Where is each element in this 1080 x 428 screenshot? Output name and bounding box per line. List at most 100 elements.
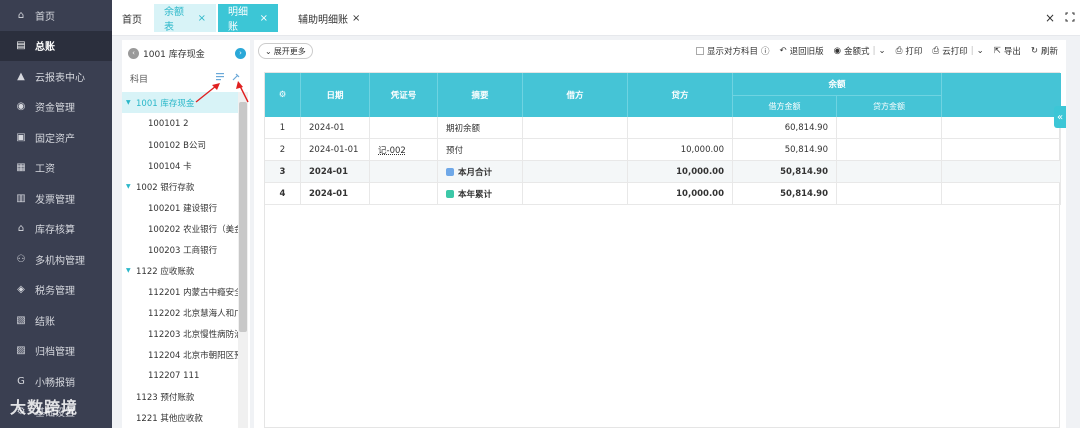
close-icon[interactable]: × [260, 13, 268, 24]
table-row[interactable]: 1 2024-01 期初余额 60,814.90 [265, 117, 1061, 139]
export-button[interactable]: ⇱ 导出 [994, 45, 1021, 57]
sidebar-item-tax[interactable]: ◈ 税务管理 [0, 275, 112, 306]
chart-icon: ▲ [17, 70, 25, 82]
cell-summary: 本年累计 [438, 183, 523, 205]
caret-down-icon[interactable]: ▼ [126, 267, 132, 274]
table-row[interactable]: 3 2024-01 本月合计 10,000.00 50,814.90 [265, 161, 1061, 183]
cell-text: 4 [279, 189, 286, 199]
caret-down-icon[interactable]: ▼ [126, 99, 132, 106]
chevron-right-icon[interactable]: › [235, 47, 246, 59]
cell-text: 记-002 [378, 146, 406, 156]
cell-credit: 10,000.00 [628, 139, 733, 161]
tree-node-label: 100101 2 [148, 118, 189, 129]
close-icon[interactable]: × [198, 13, 206, 24]
cell-no: 2 [265, 139, 301, 161]
tree-node[interactable]: 100202 农业银行（美金 [122, 218, 238, 239]
back-old-version-button[interactable]: ↶ 退回旧版 [779, 45, 823, 57]
cell-text: 2024-01 [309, 123, 345, 133]
tab-detail-ledger[interactable]: 明细账 × [218, 4, 278, 33]
scroll-thumb[interactable] [239, 102, 247, 332]
tree-node-label: 1001 库存现金 [136, 98, 195, 109]
close-icon[interactable]: × [352, 13, 360, 24]
checkbox[interactable] [695, 47, 704, 55]
expand-more-button[interactable]: ⌄ 展开更多 [258, 43, 313, 59]
tab-home[interactable]: 首页 [112, 4, 152, 32]
tree-node-label: 112201 内蒙古中瘾安全 [148, 287, 238, 298]
refresh-button[interactable]: ↻ 刷新 [1031, 45, 1058, 57]
sidebar-item-invoice[interactable]: ▥ 发票管理 [0, 183, 112, 214]
tree-node[interactable]: 1123 预付账款 [122, 386, 238, 407]
cloud-print-button[interactable]: ⎙ 云打印 | ⌄ [932, 45, 983, 57]
sidebar-item-label: 首页 [35, 11, 55, 23]
reimburse-icon: G [17, 375, 25, 387]
summary-badge-icon [446, 168, 454, 176]
gear-icon: ⚙ [278, 90, 287, 100]
column-settings-button[interactable]: ⚙ [265, 73, 301, 117]
toolbar: 显示对方科目 ⓘ ↶ 退回旧版 ◉ 金额式 | ⌄ ⎙ 打印 ⎙ 云打印 | ⌄… [695, 44, 1058, 58]
fullscreen-button[interactable] [1060, 8, 1080, 28]
tab-balance-sheet[interactable]: 余额表 × [154, 4, 216, 33]
tree-node[interactable]: 1221 其他应收款 [122, 407, 238, 428]
caret-down-icon[interactable]: ▼ [126, 183, 132, 190]
cell-credit: 10,000.00 [628, 161, 733, 183]
tree-node[interactable]: 112202 北京慧海人和广 [122, 302, 238, 323]
tab-balance-label: 余额表 [164, 7, 184, 33]
show-counter-subject-checkbox[interactable]: 显示对方科目 ⓘ [695, 45, 770, 57]
table-row[interactable]: 2 2024-01-01 记-002 预付 10,000.00 50,814.90 [265, 139, 1061, 161]
tree-scrollbar[interactable] [238, 92, 248, 428]
header-date: 日期 [301, 73, 370, 117]
tab-aux-detail-ledger[interactable]: 辅助明细账 × [288, 4, 374, 32]
tree-node-label: 100201 建设银行 [148, 203, 218, 214]
tree-node[interactable]: 112204 北京市朝阳区预 [122, 344, 238, 365]
chevron-left-icon[interactable]: ‹ [128, 47, 139, 59]
cell-text: 2024-01 [309, 189, 349, 199]
tab-aux-label: 辅助明细账 [298, 14, 348, 26]
cell-voucher[interactable]: 记-002 [370, 139, 438, 161]
ledger-table: ⚙ 日期 凭证号 摘要 借方 贷方 余额 借方金额 贷方金额 1 2024-01 期… [264, 72, 1061, 428]
help-icon[interactable]: ⓘ [761, 45, 770, 57]
tree-node[interactable]: 100101 2 [122, 113, 238, 134]
cell-text: 本年累计 [458, 190, 493, 200]
tree-node[interactable]: 112207 111 [122, 365, 238, 386]
sidebar-item-archive[interactable]: ▨ 归档管理 [0, 336, 112, 367]
table-row[interactable]: 4 2024-01 本年累计 10,000.00 50,814.90 [265, 183, 1061, 205]
amount-format-select[interactable]: ◉ 金额式 | ⌄ [834, 45, 886, 57]
tree-node-label: 100104 卡 [148, 161, 192, 172]
tree-node[interactable]: ▼ 1122 应收账款 [122, 260, 238, 281]
sidebar-item-org[interactable]: ⚇ 多机构管理 [0, 244, 112, 275]
tree-node[interactable]: 100104 卡 [122, 155, 238, 176]
sidebar-item-ledger[interactable]: ▤ 总账 [0, 30, 112, 61]
tree-node[interactable]: 100203 工商银行 [122, 239, 238, 260]
sidebar-item-home[interactable]: ⌂ 首页 [0, 0, 112, 31]
tree-node[interactable]: 100201 建设银行 [122, 197, 238, 218]
sidebar-item-salary[interactable]: ▦ 工资 [0, 153, 112, 184]
print-button[interactable]: ⎙ 打印 [896, 45, 923, 57]
sidebar-item-warehouse[interactable]: ⌂ 库存核算 [0, 214, 112, 245]
cell-bal-credit [837, 139, 942, 161]
printer-icon: ⎙ [932, 46, 940, 56]
tree-node-label: 100202 农业银行（美金 [148, 224, 238, 235]
sidebar-item-asset[interactable]: ▣ 固定资产 [0, 122, 112, 153]
cell-bal-debit: 50,814.90 [733, 183, 837, 205]
close-all-tabs-button[interactable]: × [1040, 8, 1060, 28]
refresh-label: 刷新 [1040, 47, 1058, 57]
sidebar-item-reimburse[interactable]: G 小畅报销 [0, 366, 112, 397]
cell-filler [942, 183, 1061, 205]
tree-node[interactable]: 112203 北京慢性病防治 [122, 323, 238, 344]
tree-node[interactable]: 112201 内蒙古中瘾安全 [122, 281, 238, 302]
close-icon: × [1044, 11, 1056, 25]
cell-date: 2024-01 [301, 161, 370, 183]
cell-debit [523, 117, 628, 139]
sidebar-item-chart[interactable]: ▲ 云报表中心 [0, 61, 112, 92]
sidebar-item-close-books[interactable]: ▧ 结账 [0, 305, 112, 336]
sidebar-item-label: 云报表中心 [35, 72, 85, 84]
sidebar-item-money[interactable]: ◉ 资金管理 [0, 92, 112, 123]
cell-filler [942, 117, 1061, 139]
collapse-panel-button[interactable]: « [1054, 106, 1066, 128]
subject-selector[interactable]: ‹ 1001 库存现金 › [128, 45, 246, 61]
tree-node[interactable]: ▼ 1002 银行存款 [122, 176, 238, 197]
cell-bal-credit [837, 161, 942, 183]
tree-node[interactable]: 100102 B公司 [122, 134, 238, 155]
cell-text: 50,814.90 [784, 145, 828, 155]
cell-summary: 期初余额 [438, 117, 523, 139]
